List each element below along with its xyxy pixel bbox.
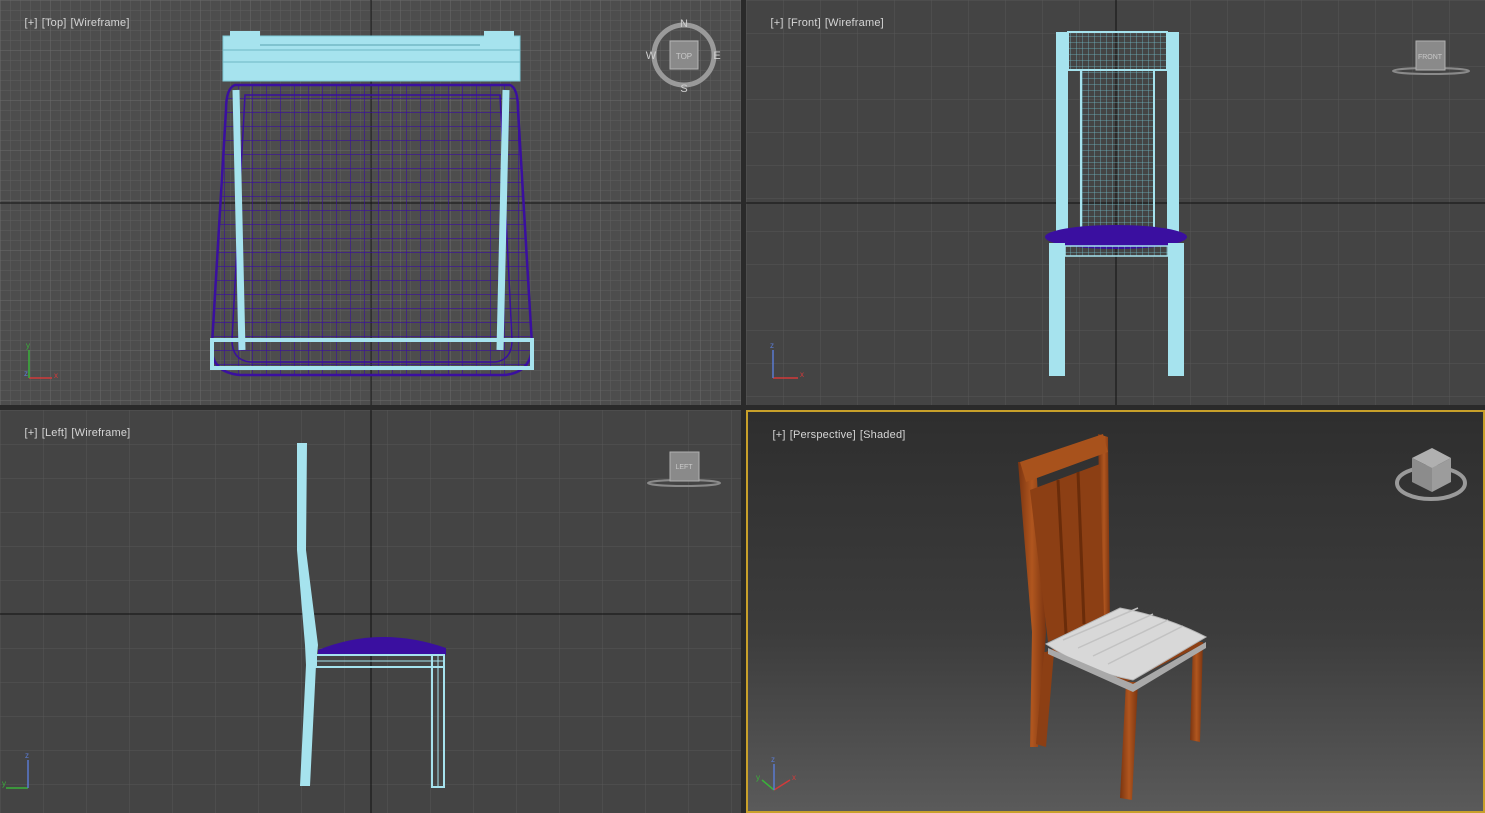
viewport-layout: TOP N S W E x y z [+] [Top] [Wireframe]	[0, 0, 1485, 813]
viewport-shading-menu[interactable]: [Wireframe]	[71, 17, 130, 29]
perspective-view-canvas[interactable]: x y z	[748, 412, 1483, 811]
svg-text:y: y	[756, 773, 760, 782]
viewport-label-perspective[interactable]: [+] [Perspective] [Shaded]	[753, 417, 910, 453]
svg-text:z: z	[25, 751, 29, 760]
viewport-menu-plus[interactable]: [+]	[25, 17, 38, 29]
chair-backrest-wireframe	[222, 31, 521, 82]
viewport-perspective[interactable]: x y z [+] [Perspective] [Shaded]	[746, 410, 1485, 813]
viewport-menu-plus[interactable]: [+]	[771, 17, 784, 29]
svg-text:TOP: TOP	[676, 52, 692, 61]
viewport-menu-plus[interactable]: [+]	[25, 427, 38, 439]
viewport-menu-plus[interactable]: [+]	[773, 429, 786, 441]
viewport-shading-menu[interactable]: [Wireframe]	[71, 427, 130, 439]
chair-shaded-model	[1018, 434, 1208, 800]
svg-text:x: x	[800, 370, 804, 379]
viewport-view-menu[interactable]: [Front]	[788, 17, 821, 29]
svg-text:E: E	[713, 50, 720, 62]
viewport-shading-menu[interactable]: [Wireframe]	[825, 17, 884, 29]
svg-text:LEFT: LEFT	[675, 464, 693, 471]
svg-text:y: y	[26, 341, 30, 350]
viewport-front[interactable]: FRONT x z [+] [Front] [Wireframe]	[746, 0, 1485, 405]
viewport-label-front[interactable]: [+] [Front] [Wireframe]	[751, 5, 888, 41]
chair-seat-wireframe	[210, 83, 534, 377]
svg-text:W: W	[646, 50, 657, 62]
axis-tripod: x y z	[756, 755, 796, 791]
viewport-view-menu[interactable]: [Perspective]	[790, 429, 856, 441]
svg-text:z: z	[771, 755, 775, 764]
viewport-shading-menu[interactable]: [Shaded]	[860, 429, 906, 441]
left-view-canvas[interactable]: LEFT y z	[0, 410, 741, 813]
svg-text:x: x	[792, 773, 796, 782]
top-view-canvas[interactable]: TOP N S W E x y z	[0, 0, 741, 405]
viewport-top[interactable]: TOP N S W E x y z [+] [Top] [Wireframe]	[0, 0, 741, 405]
svg-text:N: N	[680, 18, 688, 30]
svg-text:S: S	[680, 83, 687, 95]
svg-text:y: y	[2, 779, 6, 788]
svg-text:FRONT: FRONT	[1418, 54, 1443, 61]
viewport-label-top[interactable]: [+] [Top] [Wireframe]	[5, 5, 134, 41]
viewport-label-left[interactable]: [+] [Left] [Wireframe]	[5, 415, 134, 451]
svg-text:x: x	[54, 371, 58, 380]
viewport-view-menu[interactable]: [Top]	[42, 17, 67, 29]
viewport-view-menu[interactable]: [Left]	[42, 427, 68, 439]
viewcube-perspective[interactable]	[1395, 448, 1467, 501]
viewport-left[interactable]: LEFT y z [+] [Left] [Wireframe]	[0, 410, 741, 813]
svg-text:z: z	[24, 369, 28, 378]
svg-text:z: z	[770, 341, 774, 350]
front-view-canvas[interactable]: FRONT x z	[746, 0, 1485, 405]
